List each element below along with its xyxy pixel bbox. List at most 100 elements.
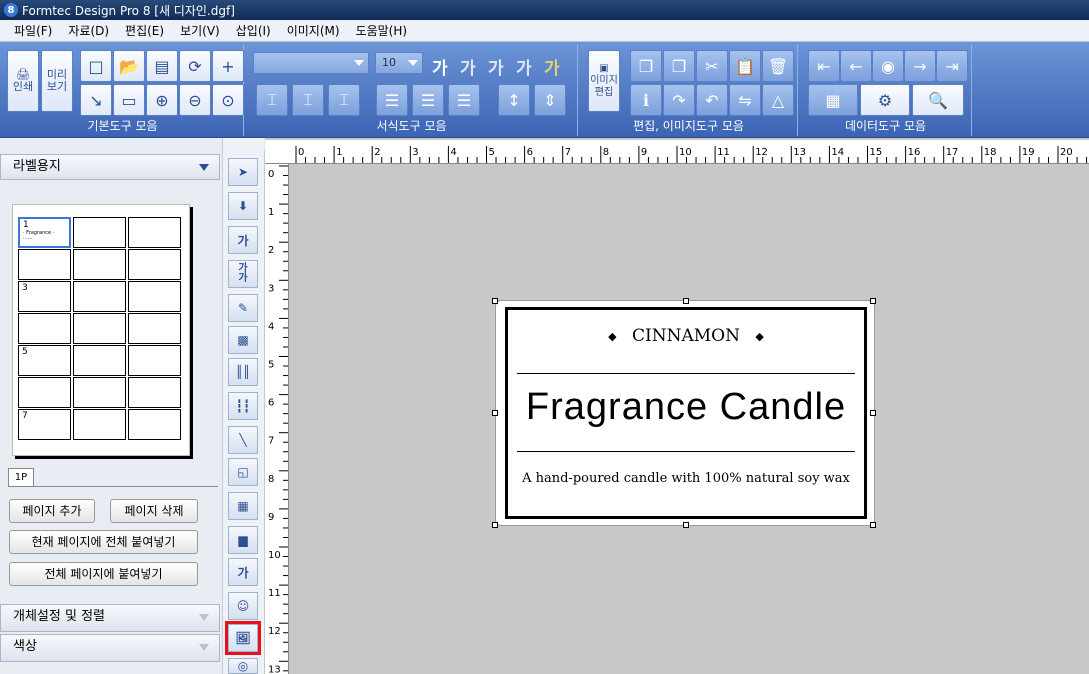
label-cell[interactable]: [73, 377, 126, 408]
menu-edit[interactable]: 편집(E): [117, 20, 172, 42]
label-cell[interactable]: [128, 377, 181, 408]
menu-file[interactable]: 파일(F): [6, 20, 60, 42]
label-title[interactable]: Fragrance Candle: [505, 386, 867, 429]
table-data-icon[interactable]: ▦: [808, 84, 858, 116]
last-record-icon[interactable]: ⇥: [936, 50, 968, 82]
barcode-icon[interactable]: ║║: [228, 358, 258, 386]
info-icon[interactable]: ℹ: [630, 84, 662, 116]
bold-font-icon[interactable]: 가: [432, 54, 448, 79]
font-name-combo[interactable]: [253, 52, 369, 74]
text-edit-icon[interactable]: ✎: [228, 294, 258, 322]
menu-help[interactable]: 도움말(H): [348, 20, 416, 42]
menu-data[interactable]: 자료(D): [60, 20, 117, 42]
color-font-icon[interactable]: 가: [544, 54, 560, 79]
align-right-icon[interactable]: ⌶: [328, 84, 360, 116]
label-divider-top[interactable]: [517, 373, 855, 374]
vertical-text-icon[interactable]: 가가: [228, 260, 258, 288]
first-record-icon[interactable]: ⇤: [808, 50, 840, 82]
page-icon[interactable]: ▭: [113, 84, 145, 116]
circle-icon[interactable]: ◎: [228, 658, 258, 674]
zoom-fit-icon[interactable]: ⊙: [212, 84, 244, 116]
align-middle-icon[interactable]: ☰: [412, 84, 444, 116]
copy-icon[interactable]: ❐: [630, 50, 662, 82]
page-tab-1p[interactable]: 1P: [8, 468, 34, 486]
menu-insert[interactable]: 삽입(I): [228, 20, 279, 42]
line-spacing-icon[interactable]: ↕: [498, 84, 530, 116]
object-settings-header[interactable]: 개체설정 및 정렬: [0, 604, 220, 632]
data-search-icon[interactable]: 🔍: [912, 84, 964, 116]
new-document-icon[interactable]: □: [80, 50, 112, 82]
label-cell-1[interactable]: 1 · Fragrance · ······: [18, 217, 71, 248]
barcode-2-icon[interactable]: ┇┇: [228, 392, 258, 420]
preview-button[interactable]: 미리 보기: [41, 50, 73, 112]
delete-page-button[interactable]: 페이지 삭제: [110, 499, 198, 523]
select-arrow-icon[interactable]: ➤: [228, 158, 258, 186]
resize-handle[interactable]: [870, 522, 876, 528]
resize-handle[interactable]: [492, 298, 498, 304]
label-cell[interactable]: [73, 217, 126, 248]
label-cell[interactable]: [73, 249, 126, 280]
label-cell[interactable]: [73, 313, 126, 344]
italic-font-icon[interactable]: 가: [460, 54, 476, 79]
label-cell-5[interactable]: 5: [18, 345, 71, 376]
print-button[interactable]: 🖨 인쇄: [7, 50, 39, 112]
gradient-box-icon[interactable]: ▆: [228, 526, 258, 554]
zoom-in-icon[interactable]: ⊕: [146, 84, 178, 116]
text-box-icon[interactable]: 가: [228, 226, 258, 254]
flip-horizontal-icon[interactable]: ⇋: [729, 84, 761, 116]
data-settings-icon[interactable]: ⚙: [860, 84, 910, 116]
image-edit-button[interactable]: ▣ 이미지 편집: [588, 50, 620, 112]
qr-code-icon[interactable]: ▩: [228, 326, 258, 354]
font-size-combo[interactable]: 10: [375, 52, 423, 74]
import-icon[interactable]: ⬇: [228, 192, 258, 220]
shape-icon[interactable]: ◱: [228, 458, 258, 486]
line-icon[interactable]: ╲: [228, 426, 258, 454]
add-page-button[interactable]: 페이지 추가: [9, 499, 95, 523]
prev-record-icon[interactable]: ←: [840, 50, 872, 82]
flip-vertical-icon[interactable]: △: [762, 84, 794, 116]
copy-format-icon[interactable]: ❐: [663, 50, 695, 82]
label-cell[interactable]: [73, 409, 126, 440]
label-cell[interactable]: [73, 281, 126, 312]
refresh-icon[interactable]: ⟳: [179, 50, 211, 82]
label-cell[interactable]: [18, 377, 71, 408]
insert-image-icon[interactable]: 🖼: [225, 621, 261, 655]
menu-view[interactable]: 보기(V): [172, 20, 228, 42]
resize-handle[interactable]: [683, 522, 689, 528]
clipart-icon[interactable]: ☺: [228, 592, 258, 620]
label-cell-7[interactable]: 7: [18, 409, 71, 440]
label-cell[interactable]: [128, 281, 181, 312]
cut-icon[interactable]: ✂: [696, 50, 728, 82]
resize-handle[interactable]: [683, 298, 689, 304]
align-center-icon[interactable]: ⌶: [292, 84, 324, 116]
save-icon[interactable]: ▤: [146, 50, 178, 82]
paste-icon[interactable]: 📋: [729, 50, 761, 82]
export-icon[interactable]: ↘: [80, 84, 112, 116]
paste-all-pages-button[interactable]: 전체 페이지에 붙여넣기: [9, 562, 198, 586]
label-top-text-row[interactable]: ◆ CINNAMON ◆: [505, 326, 867, 346]
align-bottom-icon[interactable]: ☰: [448, 84, 480, 116]
label-cell[interactable]: [128, 313, 181, 344]
redo-icon[interactable]: ↷: [663, 84, 695, 116]
color-header[interactable]: 색상: [0, 634, 220, 662]
shadow-font-icon[interactable]: 가: [516, 54, 532, 79]
open-folder-icon[interactable]: 📂: [113, 50, 145, 82]
add-page-icon[interactable]: +: [212, 50, 244, 82]
label-cell-3[interactable]: 3: [18, 281, 71, 312]
label-cell[interactable]: [128, 345, 181, 376]
record-search-icon[interactable]: ◉: [872, 50, 904, 82]
label-cell[interactable]: [128, 217, 181, 248]
table-icon[interactable]: ▦: [228, 492, 258, 520]
zoom-out-icon[interactable]: ⊖: [179, 84, 211, 116]
label-cell[interactable]: [128, 409, 181, 440]
align-left-icon[interactable]: ⌶: [256, 84, 288, 116]
next-record-icon[interactable]: →: [904, 50, 936, 82]
wordart-icon[interactable]: 가: [228, 558, 258, 586]
resize-handle[interactable]: [492, 522, 498, 528]
label-cell[interactable]: [128, 249, 181, 280]
resize-handle[interactable]: [870, 298, 876, 304]
paste-all-current-page-button[interactable]: 현재 페이지에 전체 붙여넣기: [9, 530, 198, 554]
char-spacing-icon[interactable]: ⇕: [534, 84, 566, 116]
resize-handle[interactable]: [870, 410, 876, 416]
undo-icon[interactable]: ↶: [696, 84, 728, 116]
